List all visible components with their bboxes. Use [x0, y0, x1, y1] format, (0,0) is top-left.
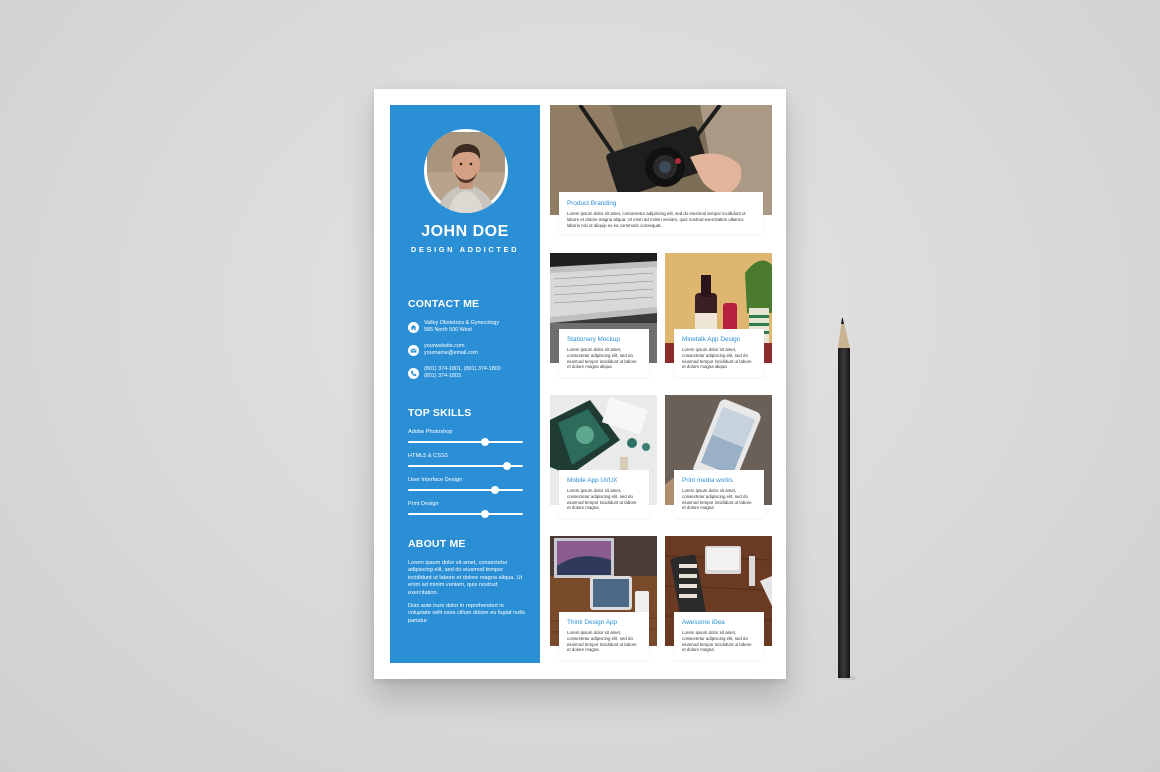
avatar [424, 129, 508, 213]
resume-sheet: JOHN DOE DESIGN ADDICTED CONTACT ME Vall… [374, 89, 786, 679]
mail-icon [408, 345, 419, 356]
portfolio-card-text: Lorem ipsum dolor sit amet, consectetur … [682, 630, 752, 653]
contact-phone-line-2: (801) 374-1803 [424, 373, 461, 379]
skill-item: HTML5 & CSS3 [408, 453, 523, 470]
profile-tagline: DESIGN ADDICTED [410, 245, 520, 254]
skill-bar [408, 462, 523, 470]
contact-web: yourwebsite.com yourname@email.com [408, 343, 478, 357]
portfolio-card[interactable]: Think Design App Lorem ipsum dolor sit a… [559, 612, 649, 660]
contact-website-link[interactable]: yourwebsite.com [424, 343, 478, 350]
contact-email-link[interactable]: yourname@email.com [424, 350, 478, 357]
about-text: Lorem ipsum dolor sit amet, consectetur … [408, 560, 526, 631]
skill-bar [408, 438, 523, 446]
portfolio-card-text: Lorem ipsum dolor sit amet, consectetur … [682, 347, 752, 370]
portfolio-card-text: Lorem ipsum dolor sit amet, consectetur … [567, 630, 637, 653]
portfolio-card-text: Lorem ipsum dolor sit amet, consectetur … [682, 488, 752, 511]
skill-item: Adobe Photoshop [408, 429, 523, 446]
portfolio-card[interactable]: Awesome iDea Lorem ipsum dolor sit amet,… [674, 612, 764, 660]
phone-icon [408, 368, 419, 379]
profile-name: JOHN DOE [421, 223, 509, 240]
portfolio-card-title: Stationary Mockup [567, 336, 620, 343]
about-title: ABOUT ME [408, 538, 466, 550]
contact-address: Valley Obstetrics & Gynecology 585 North… [408, 320, 499, 334]
portfolio-card[interactable]: Mobile App UI/UX Lorem ipsum dolor sit a… [559, 470, 649, 518]
skill-bar [408, 510, 523, 518]
skill-level-knob [481, 438, 490, 446]
resume-sidebar: JOHN DOE DESIGN ADDICTED CONTACT ME Vall… [390, 105, 540, 663]
skill-level-knob [502, 462, 511, 470]
pencil-prop [836, 318, 856, 685]
skills-title: TOP SKILLS [408, 407, 472, 419]
skill-level-knob [481, 510, 490, 518]
contact-title: CONTACT ME [408, 298, 480, 310]
portfolio-card-title: Product Branding [567, 200, 617, 207]
skill-level-knob [491, 486, 500, 494]
portfolio-card[interactable]: Minetalk App Design Lorem ipsum dolor si… [674, 329, 764, 377]
contact-address-line-2: 585 North 500 West [424, 327, 472, 333]
portfolio-card-text: Lorem ipsum dolor sit amet, consectetur … [567, 211, 746, 228]
portfolio-card-title: Awesome iDea [682, 619, 725, 626]
portfolio-card[interactable]: Print media works Lorem ipsum dolor sit … [674, 470, 764, 518]
skill-bar [408, 486, 523, 494]
skill-item: User Interface Design [408, 477, 523, 494]
portfolio-card-text: Lorem ipsum dolor sit amet, consectetur … [567, 347, 637, 370]
portfolio-featured-card[interactable]: Product Branding Lorem ipsum dolor sit a… [559, 192, 763, 234]
contact-phone: (801) 374-1801, (801) 374-1800 (801) 374… [408, 366, 501, 380]
skill-label: HTML5 & CSS3 [408, 453, 448, 459]
skill-label: User Interface Design [408, 477, 463, 483]
portfolio-card-title: Mobile App UI/UX [567, 477, 618, 484]
skill-label: Adobe Photoshop [408, 429, 453, 435]
portfolio-card-title: Think Design App [567, 619, 618, 626]
home-icon [408, 322, 419, 333]
contact-phone-line-1: (801) 374-1801, (801) 374-1800 [424, 366, 501, 372]
skill-label: Print Design [408, 501, 439, 507]
contact-address-line-1: Valley Obstetrics & Gynecology [424, 320, 500, 326]
about-paragraph: Lorem ipsum dolor sit amet, consectetur … [408, 560, 523, 596]
about-paragraph: Duis aute irure dolor in reprehendert in… [408, 603, 525, 624]
portfolio-card-text: Lorem ipsum dolor sit amet, consectetur … [567, 488, 637, 511]
portfolio-card-title: Minetalk App Design [682, 336, 741, 343]
portfolio-card[interactable]: Stationary Mockup Lorem ipsum dolor sit … [559, 329, 649, 377]
skill-item: Print Design [408, 501, 523, 518]
portfolio-card-title: Print media works [682, 477, 733, 484]
